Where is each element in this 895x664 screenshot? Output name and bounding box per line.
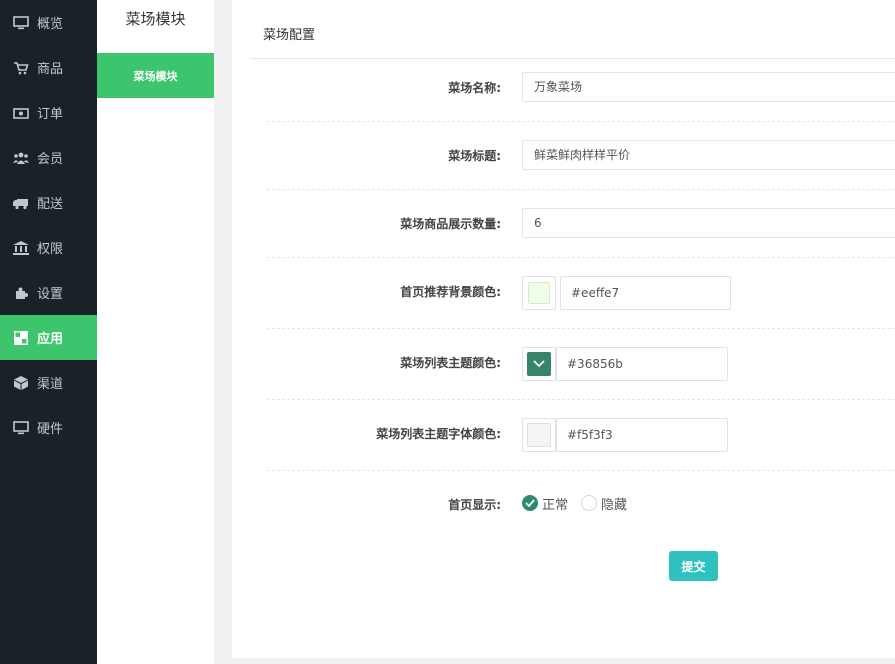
row-divider <box>267 189 895 190</box>
row-divider <box>267 399 895 400</box>
market-title-label: 菜场标题: <box>448 149 501 163</box>
grid-icon <box>13 330 29 345</box>
sidebar-item-members[interactable]: 会员 <box>0 135 97 180</box>
row-divider <box>267 257 895 258</box>
sidebar-item-orders[interactable]: 订单 <box>0 90 97 135</box>
list-theme-color-input[interactable]: #36856b <box>556 347 728 381</box>
list-font-color-input[interactable]: #f5f3f3 <box>556 418 728 452</box>
cube-icon <box>13 375 29 390</box>
sidebar-item-channels[interactable]: 渠道 <box>0 360 97 405</box>
home-bg-color-label: 首页推荐背景颜色: <box>400 285 501 299</box>
sidebar-item-settings[interactable]: 设置 <box>0 270 97 315</box>
row-divider <box>267 121 895 122</box>
cart-icon <box>13 61 29 75</box>
row-divider <box>267 470 895 471</box>
radio-hidden[interactable]: 隐藏 <box>581 494 628 513</box>
bank-icon <box>13 240 29 255</box>
users-icon <box>13 151 29 165</box>
radio-hidden-label: 隐藏 <box>601 497 628 513</box>
list-theme-color-label: 菜场列表主题颜色: <box>400 356 501 370</box>
sidebar-item-delivery[interactable]: 配送 <box>0 180 97 225</box>
product-count-label: 菜场商品展示数量: <box>400 217 501 231</box>
check-circle-icon <box>522 495 538 511</box>
panel-title: 菜场配置 <box>263 28 316 43</box>
list-font-color-label: 菜场列表主题字体颜色: <box>376 427 501 441</box>
panel-divider <box>250 58 895 59</box>
submit-button[interactable]: 提交 <box>669 551 718 581</box>
sidebar-item-permissions[interactable]: 权限 <box>0 225 97 270</box>
sidebar-item-apps[interactable]: 应用 <box>0 315 97 360</box>
sidebar-item-goods[interactable]: 商品 <box>0 45 97 90</box>
sidebar-item-hardware[interactable]: 硬件 <box>0 405 97 450</box>
radio-normal-label: 正常 <box>542 497 569 513</box>
radio-normal[interactable]: 正常 <box>522 494 569 513</box>
sidebar-item-label: 概览 <box>37 17 64 32</box>
color-preview <box>527 423 551 447</box>
puzzle-icon <box>13 286 29 300</box>
product-count-input[interactable]: 6 <box>522 208 895 238</box>
chevron-down-icon <box>533 360 545 368</box>
home-bg-color-swatch[interactable] <box>522 276 556 310</box>
row-divider <box>267 328 895 329</box>
sidebar-item-label: 设置 <box>37 287 64 302</box>
sidebar-item-label: 订单 <box>37 107 64 122</box>
sub-sidebar-item-market-module[interactable]: 菜场模块 <box>97 53 214 98</box>
desktop-icon <box>13 420 29 435</box>
market-name-input[interactable]: 万象菜场 <box>522 72 895 102</box>
truck-icon <box>13 196 29 210</box>
list-theme-color-swatch[interactable] <box>522 347 556 381</box>
sub-sidebar-title: 菜场模块 <box>125 10 186 28</box>
sidebar-item-label: 权限 <box>37 242 64 257</box>
radio-empty-icon <box>581 495 597 511</box>
main-sidebar: 概览 商品 订单 会员 配送 权限 设置 应用 渠道 硬件 <box>0 0 97 664</box>
home-display-label: 首页显示: <box>448 498 501 512</box>
sub-sidebar: 菜场模块 菜场模块 <box>97 0 214 664</box>
sidebar-item-label: 应用 <box>37 332 64 347</box>
market-name-label: 菜场名称: <box>448 81 501 95</box>
sidebar-item-label: 配送 <box>37 197 64 212</box>
list-font-color-swatch[interactable] <box>522 418 556 452</box>
market-title-input[interactable]: 鲜菜鲜肉样样平价 <box>522 140 895 170</box>
color-preview <box>528 282 550 304</box>
money-icon <box>13 106 29 120</box>
home-bg-color-input[interactable]: #eeffe7 <box>560 276 731 310</box>
sidebar-item-label: 硬件 <box>37 422 64 437</box>
sidebar-item-overview[interactable]: 概览 <box>0 0 97 45</box>
monitor-icon <box>13 15 29 30</box>
sidebar-item-label: 商品 <box>37 62 64 77</box>
sidebar-item-label: 会员 <box>37 152 64 167</box>
color-preview <box>527 352 551 376</box>
sidebar-item-label: 渠道 <box>37 377 64 392</box>
